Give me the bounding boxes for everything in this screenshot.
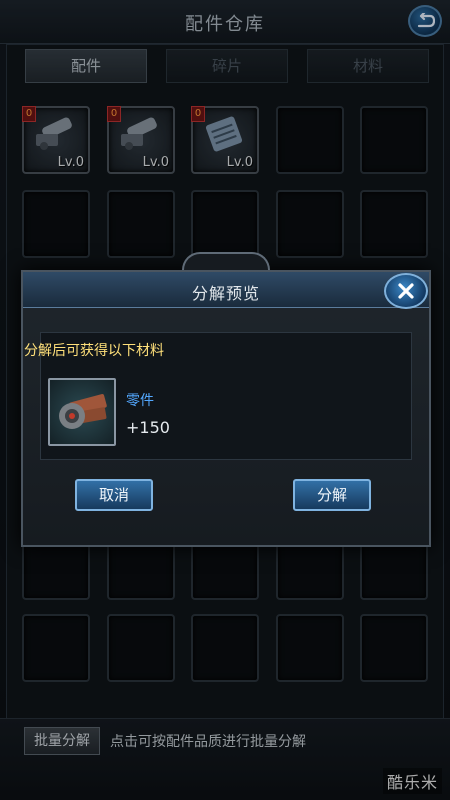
- screen: 配件仓库 配件 碎片 材料 0 Lv.0 0 Lv.0 0 Lv.0 批量分解 …: [0, 0, 450, 800]
- close-icon: [398, 283, 414, 299]
- cancel-button[interactable]: 取消: [75, 479, 153, 511]
- reward-item-frame: [48, 378, 116, 446]
- dialog-title: 分解预览: [191, 284, 260, 303]
- decompose-button[interactable]: 分解: [293, 479, 371, 511]
- dialog-subtitle: 分解后可获得以下材料: [24, 343, 164, 359]
- reward-quantity: +150: [126, 418, 170, 437]
- close-button[interactable]: [384, 273, 428, 309]
- dialog-ornament: [182, 252, 270, 270]
- dialog-header: 分解预览: [23, 272, 429, 308]
- gear-parts-icon: [59, 394, 107, 429]
- reward-name: 零件: [126, 393, 154, 409]
